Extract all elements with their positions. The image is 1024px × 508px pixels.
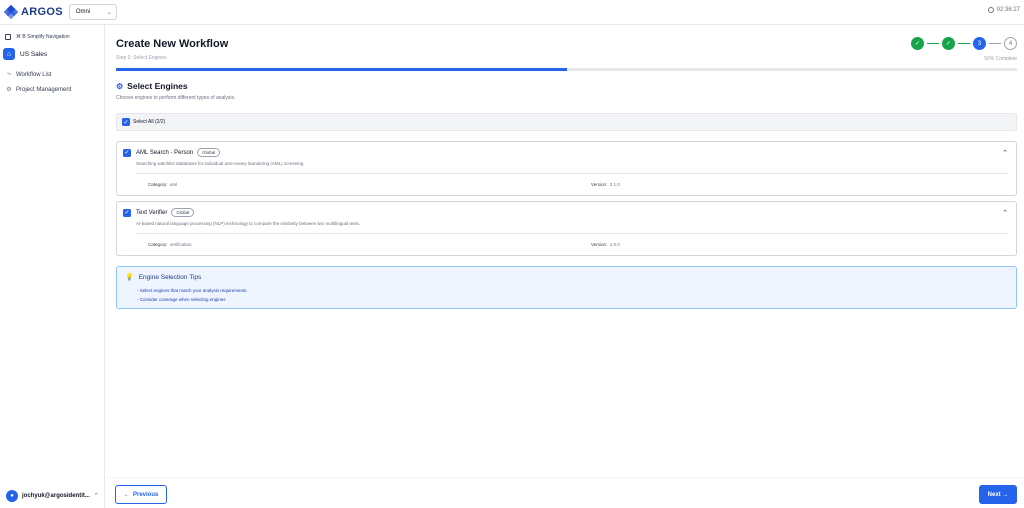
sidebar-item-label: Workflow List <box>16 71 52 78</box>
step-4-todo: 4 <box>1004 37 1017 50</box>
sidebar-item-label: Project Management <box>16 86 72 93</box>
engine-card[interactable]: ✓ Text Verifier Global AI-based natural … <box>116 201 1017 256</box>
engine-icon: ⚙ <box>116 81 124 91</box>
workspace-label: US Sales <box>20 50 48 58</box>
engine-selection-tips: 💡 Engine Selection Tips - Select engines… <box>116 266 1017 309</box>
arrow-right-icon: → <box>1002 491 1009 498</box>
section-title-text: Select Engines <box>127 81 188 91</box>
tips-title: 💡 Engine Selection Tips <box>125 273 202 282</box>
avatar: ● <box>6 490 18 502</box>
engine-name: AML Search - Person <box>136 149 194 156</box>
engine-version: Version: 1.0.0 <box>591 242 620 247</box>
argos-logo-icon <box>3 4 19 20</box>
engine-scope-badge: Global <box>171 208 195 217</box>
user-menu[interactable]: ● jochyuk@argosidentit... ^ <box>6 490 98 502</box>
engine-checkbox[interactable]: ✓ <box>123 148 131 157</box>
step-connector <box>989 43 1001 44</box>
engine-name: Text Verifier <box>136 209 168 216</box>
chevron-down-icon: ⌄ <box>106 9 112 16</box>
step-connector <box>958 43 970 44</box>
engine-version-value: 1.0.0 <box>609 242 620 247</box>
chevron-up-icon[interactable]: ⌃ <box>1002 149 1008 157</box>
engine-category: Category: verification <box>148 242 192 247</box>
page-title: Create New Workflow <box>116 38 229 50</box>
workflow-icon: ⤷ <box>7 71 11 77</box>
main-content: Create New Workflow Step 3: Select Engin… <box>106 25 1024 508</box>
clock-time: 02:36:27 <box>996 7 1020 13</box>
step-2-done: ✓ <box>942 37 955 50</box>
brand-logo[interactable]: ARGOS <box>3 4 63 20</box>
next-button[interactable]: Next → <box>979 485 1017 504</box>
step-connector <box>927 43 939 44</box>
tenant-select-value: Omni <box>75 9 91 15</box>
chevron-up-icon: ^ <box>94 493 98 499</box>
session-clock: 02:36:27 <box>987 7 1020 13</box>
step-1-done: ✓ <box>911 37 924 50</box>
engine-checkbox[interactable]: ✓ <box>123 208 131 217</box>
gear-icon: ⚙ <box>6 87 12 93</box>
workflow-stepper: ✓ ✓ 3 4 <box>911 37 1017 50</box>
engine-description: Searching watchlist databases for indivi… <box>136 161 304 166</box>
engine-card-header: ✓ AML Search - Person Global <box>123 148 221 157</box>
sidebar-item-workflow-list[interactable]: ⤷ Workflow List <box>6 71 52 78</box>
engine-scope-badge: Global <box>197 148 221 157</box>
engine-version-value: 2.1.0 <box>609 182 620 187</box>
tenant-select[interactable]: Omni ⌄ <box>68 4 117 20</box>
engine-card[interactable]: ✓ AML Search - Person Global Searching w… <box>116 141 1017 196</box>
tip-line: - Consider coverage when selecting engin… <box>137 297 226 302</box>
simplify-navigation-toggle[interactable]: ⌘ B Simplify Navigation <box>5 34 70 40</box>
section-title: ⚙ Select Engines <box>116 81 188 91</box>
lightbulb-icon: 💡 <box>125 274 134 281</box>
section-description: Choose engines to perform different type… <box>116 95 236 101</box>
engine-category-value: verification <box>170 242 192 247</box>
arrow-left-icon: ← <box>123 491 130 498</box>
select-all-row[interactable]: ✓ Select All (2/2) <box>116 113 1017 131</box>
simplify-label: ⌘ B Simplify Navigation <box>16 34 70 40</box>
user-email: jochyuk@argosidentit... <box>22 493 90 499</box>
select-all-label: Select All (2/2) <box>133 119 166 125</box>
home-icon: ⌂ <box>3 48 15 60</box>
progress-bar-fill <box>116 68 567 71</box>
select-all-checkbox[interactable]: ✓ <box>122 118 130 126</box>
clock-icon <box>987 7 994 13</box>
page-subtitle: Step 3: Select Engines <box>116 55 167 61</box>
tip-line: - Select engines that match your analysi… <box>137 288 247 293</box>
engine-card-header: ✓ Text Verifier Global <box>123 208 195 217</box>
divider <box>136 233 1008 234</box>
engine-category-value: aml <box>170 182 178 187</box>
top-bar: ARGOS Omni ⌄ 02:36:27 <box>0 0 1024 25</box>
brand-name: ARGOS <box>21 6 63 18</box>
engine-description: AI-based natural language processing (NL… <box>136 221 361 226</box>
previous-button[interactable]: ← Previous <box>115 485 167 504</box>
footer-divider <box>106 477 1024 478</box>
sidebar: ⌘ B Simplify Navigation ⌂ US Sales ⤷ Wor… <box>0 25 105 508</box>
divider <box>136 173 1008 174</box>
chevron-up-icon[interactable]: ⌃ <box>1002 209 1008 217</box>
engine-category: Category: aml <box>148 182 178 187</box>
step-3-current: 3 <box>973 37 986 50</box>
sidebar-item-project-management[interactable]: ⚙ Project Management <box>6 86 72 94</box>
panel-icon <box>5 34 11 40</box>
progress-bar <box>116 68 1017 71</box>
tips-title-text: Engine Selection Tips <box>138 273 202 281</box>
engine-version: Version: 2.1.0 <box>591 182 620 187</box>
workspace-item-us-sales[interactable]: ⌂ US Sales <box>3 48 47 60</box>
progress-text: 50% Complete <box>984 56 1017 62</box>
